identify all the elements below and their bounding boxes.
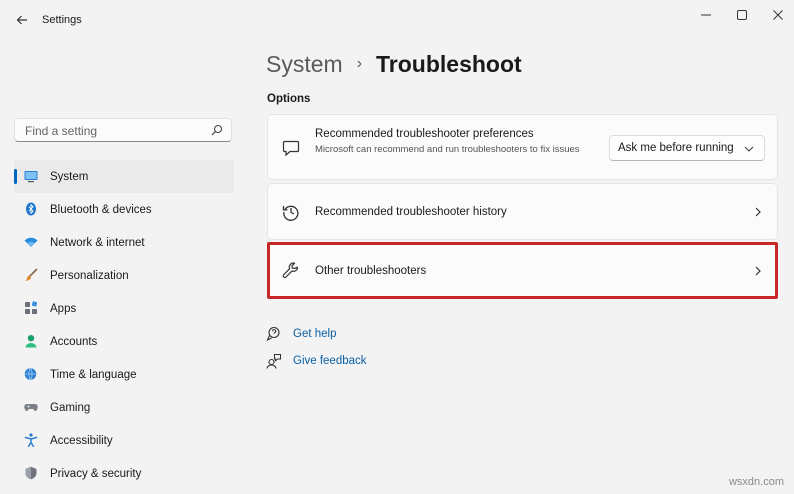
wrench-icon bbox=[282, 262, 299, 279]
minimize-icon bbox=[701, 14, 711, 16]
card-title: Recommended troubleshooter history bbox=[315, 206, 507, 218]
chevron-right-icon bbox=[755, 266, 761, 276]
get-help-link[interactable]: Get help bbox=[266, 325, 336, 343]
sidebar-item-label: Gaming bbox=[50, 401, 91, 414]
dropdown-value: Ask me before running bbox=[618, 142, 734, 154]
search-box[interactable] bbox=[14, 118, 232, 142]
shield-icon bbox=[25, 466, 37, 480]
sidebar-item-privacy-security[interactable]: Privacy & security bbox=[14, 457, 234, 490]
sidebar-item-gaming[interactable]: Gaming bbox=[14, 391, 234, 424]
other-troubleshooters-card[interactable]: Other troubleshooters bbox=[267, 242, 778, 299]
sidebar-item-personalization[interactable]: Personalization bbox=[14, 259, 234, 292]
chevron-right-icon bbox=[755, 207, 761, 217]
give-feedback-link[interactable]: Give feedback bbox=[266, 352, 367, 370]
page-title: Troubleshoot bbox=[376, 50, 522, 77]
back-button[interactable] bbox=[12, 10, 32, 30]
sidebar-item-system[interactable]: System bbox=[14, 160, 234, 193]
person-icon bbox=[25, 335, 37, 348]
troubleshooter-history-card[interactable]: Recommended troubleshooter history bbox=[267, 183, 778, 240]
minimize-button[interactable] bbox=[688, 4, 724, 26]
sidebar-item-accounts[interactable]: Accounts bbox=[14, 325, 234, 358]
sidebar-item-bluetooth[interactable]: Bluetooth & devices bbox=[14, 193, 234, 226]
sidebar-item-accessibility[interactable]: Accessibility bbox=[14, 424, 234, 457]
feedback-icon bbox=[266, 353, 282, 369]
maximize-button[interactable] bbox=[724, 4, 760, 26]
link-label: Get help bbox=[293, 328, 337, 340]
card-description: Microsoft can recommend and run troubles… bbox=[315, 144, 580, 155]
sidebar-item-label: Personalization bbox=[50, 269, 129, 282]
monitor-icon bbox=[24, 171, 38, 183]
app-title: Settings bbox=[42, 14, 82, 26]
title-bar: Settings bbox=[0, 0, 794, 40]
apps-icon bbox=[25, 301, 38, 314]
search-input[interactable] bbox=[23, 122, 207, 140]
sidebar-item-time-language[interactable]: Time & language bbox=[14, 358, 234, 391]
active-indicator bbox=[14, 169, 17, 184]
help-icon bbox=[266, 326, 280, 342]
chevron-down-icon bbox=[744, 146, 754, 152]
history-icon bbox=[282, 205, 299, 221]
wifi-icon bbox=[24, 237, 38, 247]
back-arrow-icon bbox=[16, 15, 27, 25]
close-button[interactable] bbox=[760, 4, 794, 26]
close-icon bbox=[773, 10, 783, 20]
card-title: Other troubleshooters bbox=[315, 265, 427, 277]
search-icon bbox=[211, 124, 223, 136]
watermark: wsxdn.com bbox=[728, 476, 784, 488]
sidebar-item-label: System bbox=[50, 170, 89, 183]
breadcrumb: System › Troubleshoot bbox=[266, 48, 522, 80]
troubleshooter-preferences-card: Recommended troubleshooter preferences M… bbox=[267, 114, 778, 180]
sidebar-item-label: Accounts bbox=[50, 335, 98, 348]
maximize-icon bbox=[737, 10, 747, 20]
sidebar-nav: System Bluetooth & devices Network & int… bbox=[14, 160, 234, 490]
sidebar-item-label: Apps bbox=[50, 302, 77, 315]
sidebar-item-apps[interactable]: Apps bbox=[14, 292, 234, 325]
troubleshooter-preference-dropdown[interactable]: Ask me before running bbox=[609, 135, 765, 161]
sidebar-item-network[interactable]: Network & internet bbox=[14, 226, 234, 259]
card-title: Recommended troubleshooter preferences bbox=[315, 128, 534, 140]
sidebar-item-label: Time & language bbox=[50, 368, 137, 381]
breadcrumb-separator: › bbox=[356, 55, 363, 72]
sidebar-item-label: Privacy & security bbox=[50, 467, 142, 480]
sidebar-item-label: Network & internet bbox=[50, 236, 145, 249]
breadcrumb-parent[interactable]: System bbox=[266, 51, 343, 78]
brush-icon bbox=[25, 268, 38, 281]
bluetooth-icon bbox=[26, 202, 36, 216]
sidebar-item-label: Bluetooth & devices bbox=[50, 203, 152, 216]
section-title: Options bbox=[267, 93, 311, 105]
globe-clock-icon bbox=[24, 367, 37, 381]
chat-bubble-icon bbox=[282, 140, 300, 157]
gamepad-icon bbox=[24, 404, 38, 411]
sidebar-item-label: Accessibility bbox=[50, 434, 113, 447]
link-label: Give feedback bbox=[293, 355, 367, 367]
accessibility-icon bbox=[24, 433, 38, 447]
